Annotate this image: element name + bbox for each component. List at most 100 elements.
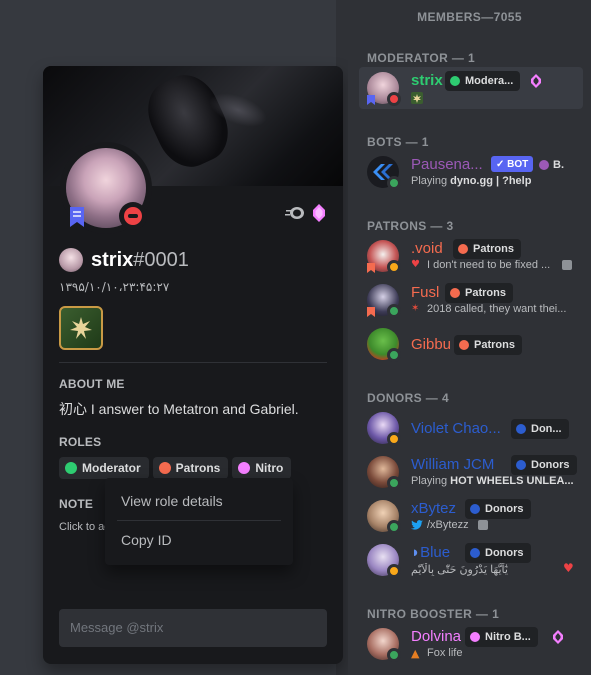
member-name: xBytez	[411, 500, 457, 517]
bot-badge: ✓ BOT	[491, 156, 534, 172]
member-activity: Playing HOT WHEELS UNLEA...	[411, 475, 574, 487]
nitro-badge-icon[interactable]	[285, 206, 305, 220]
discriminator: #0001	[133, 248, 189, 271]
online-status-icon	[387, 304, 401, 318]
fox-emoji-icon: ▲	[411, 647, 420, 660]
twitter-icon	[411, 520, 423, 530]
rich-presence-icon	[562, 260, 572, 270]
role-tag: Donors	[511, 455, 577, 475]
member-item-gibbu[interactable]: Gibbu Patrons	[359, 323, 583, 365]
group-heading-donors: DONORS — 4	[367, 391, 450, 405]
bookmark-badge-icon[interactable]	[68, 206, 86, 228]
member-status-text: I don't need to be fixed ...	[427, 259, 551, 271]
role-tag-label: B.	[553, 159, 564, 171]
divider	[59, 362, 327, 363]
role-color-dot	[238, 462, 251, 474]
username-row: strix#0001	[59, 246, 327, 274]
about-me-heading: ABOUT ME	[59, 377, 125, 391]
member-item-william[interactable]: William JCM Donors Playing HOT WHEELS UN…	[359, 451, 583, 493]
member-status-text: 2018 called, they want thei...	[427, 303, 567, 315]
profile-badges	[285, 204, 325, 222]
role-tag-label: Donors	[531, 459, 570, 471]
role-tag: B.	[539, 155, 564, 175]
role-color-dot	[516, 460, 526, 470]
activity-prefix: Playing	[411, 475, 451, 487]
member-item-violet[interactable]: Violet Chao... Don...	[359, 407, 583, 449]
role-pill-patrons[interactable]: Patrons	[152, 457, 229, 479]
view-role-details-item[interactable]: View role details	[113, 484, 285, 518]
server-boost-gem-icon[interactable]	[313, 204, 325, 222]
member-name: Dolvina	[411, 628, 462, 645]
role-color-dot	[65, 462, 77, 474]
group-heading-patrons: PATRONS — 3	[367, 219, 454, 233]
member-name: Pausena...	[411, 156, 483, 173]
dnd-status-icon	[119, 202, 147, 230]
group-heading-moderator: MODERATOR — 1	[367, 51, 476, 65]
member-name-text: Blue	[420, 544, 451, 561]
member-item-dolvina[interactable]: Dolvina Nitro B... ▲ Fox life	[359, 623, 583, 665]
member-name: Fusl	[411, 284, 440, 301]
activity-game: dyno.gg | ?help	[450, 175, 532, 187]
member-item-fusl[interactable]: Fusl Patrons ✶ 2018 called, they want th…	[359, 279, 583, 321]
role-tag: Donors	[465, 543, 531, 563]
member-item-blue[interactable]: ◗Blue Donors يٰٓاَيُّهَا يَدْرُونَ حَتّٰ…	[359, 539, 583, 581]
role-label: Nitro	[255, 461, 284, 475]
username[interactable]: strix#0001	[91, 249, 189, 272]
member-status-text: Fox life	[427, 647, 463, 659]
member-activity: Playing dyno.gg | ?help	[411, 175, 531, 187]
role-context-menu: View role details Copy ID	[105, 478, 293, 565]
activity-game: HOT WHEELS UNLEA...	[450, 475, 574, 487]
member-item-strix[interactable]: strix Modera...	[359, 67, 583, 109]
emoji-icon: ✶	[411, 303, 420, 314]
role-tag: Donors	[465, 499, 531, 519]
role-tag-label: Donors	[485, 547, 524, 559]
member-item-pausena[interactable]: Pausena... ✓ BOT B. Playing dyno.gg | ?h…	[359, 151, 583, 193]
member-item-void[interactable]: .void Patrons ♥ I don't need to be fixed…	[359, 235, 583, 277]
member-list[interactable]: MEMBERS—7055 MODERATOR — 1 strix Modera.…	[348, 0, 591, 675]
role-tag-label: Nitro B...	[485, 631, 531, 643]
role-color-dot	[516, 424, 526, 434]
role-pill-nitro[interactable]: Nitro	[232, 457, 292, 479]
role-tag: Patrons	[445, 283, 513, 303]
member-item-xbytez[interactable]: xBytez Donors /xBytezz	[359, 495, 583, 537]
role-tag-label: Modera...	[465, 75, 514, 87]
role-color-dot	[470, 548, 480, 558]
group-heading-bots: BOTS — 1	[367, 135, 429, 149]
rich-presence-icon	[478, 520, 488, 530]
game-activity-icon[interactable]	[59, 306, 103, 350]
copy-id-item[interactable]: Copy ID	[113, 523, 285, 557]
roles-heading: ROLES	[59, 435, 102, 449]
user-profile-popout: strix#0001 ۱۳۹۵/۱۰/۱۰،۲۳:۴۵:۲۷ ABOUT ME …	[43, 66, 343, 664]
bookmark-badge-icon	[367, 307, 375, 317]
role-tag-label: Patrons	[474, 339, 515, 351]
role-color-dot	[158, 462, 171, 474]
role-tag: Don...	[511, 419, 569, 439]
direct-message-input[interactable]: Message @strix	[59, 609, 327, 647]
member-count-header: MEMBERS—7055	[417, 10, 522, 24]
role-tag: Patrons	[454, 335, 522, 355]
role-color-dot	[459, 340, 469, 350]
idle-status-icon	[387, 260, 401, 274]
bookmark-badge-icon	[367, 95, 375, 105]
crescent-icon: ◗	[411, 544, 421, 561]
idle-status-icon	[387, 432, 401, 446]
role-label: Patrons	[175, 461, 221, 475]
dnd-status-icon	[387, 92, 401, 106]
role-pill-moderator[interactable]: Moderator	[59, 457, 149, 479]
member-name: .void	[411, 240, 443, 257]
online-status-icon	[387, 348, 401, 362]
boost-gem-icon	[531, 74, 541, 88]
role-tag-label: Don...	[531, 423, 562, 435]
idle-status-icon	[387, 564, 401, 578]
about-me-text: 初心 I answer to Metatron and Gabriel.	[59, 401, 299, 417]
boost-gem-icon	[553, 630, 563, 644]
role-tag-label: Patrons	[465, 287, 506, 299]
role-tag: Patrons	[453, 239, 521, 259]
role-tag: Modera...	[445, 71, 521, 91]
member-name: Gibbu	[411, 336, 452, 353]
heart-emoji-icon: ♥	[411, 259, 420, 270]
role-label: Moderator	[82, 461, 141, 475]
role-color-dot	[470, 504, 480, 514]
role-color-dot	[450, 76, 460, 86]
role-tag-label: Donors	[485, 503, 524, 515]
